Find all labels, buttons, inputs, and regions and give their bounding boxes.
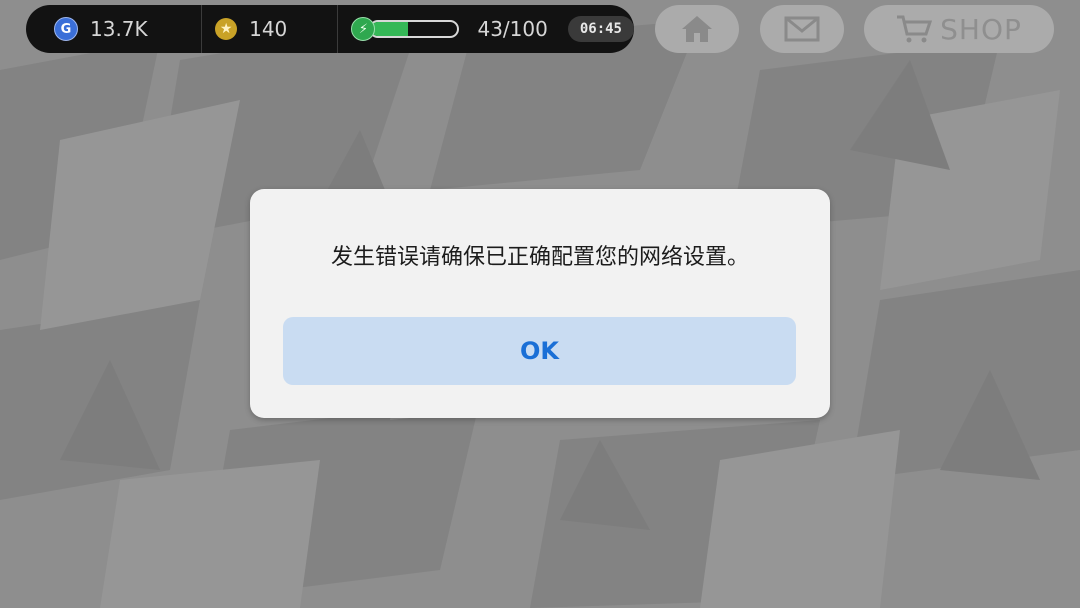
energy-bar <box>369 20 460 38</box>
mail-icon <box>784 16 820 42</box>
star-coin-icon: ★ <box>215 18 238 40</box>
lightning-icon: ⚡ <box>351 17 376 41</box>
mail-button[interactable] <box>760 5 844 53</box>
energy-meter: ⚡ 43/100 06:45 <box>337 5 634 53</box>
shop-label: SHOP <box>940 12 1022 46</box>
star-currency-value: 140 <box>249 17 288 41</box>
error-message: 发生错误请确保已正确配置您的网络设置。 <box>330 245 749 270</box>
resource-hud: G 13.7K ★ 140 ⚡ 43/100 06:45 <box>26 5 634 53</box>
ok-button[interactable]: OK <box>283 317 796 385</box>
shop-button[interactable]: SHOP <box>864 5 1054 53</box>
g-currency-counter: G 13.7K <box>26 5 201 53</box>
error-dialog: 发生错误请确保已正确配置您的网络设置。 OK <box>250 189 830 418</box>
home-button[interactable] <box>655 5 739 53</box>
g-coin-icon: G <box>54 17 78 41</box>
home-icon <box>682 16 712 42</box>
g-currency-value: 13.7K <box>90 17 148 41</box>
energy-timer: 06:45 <box>567 16 634 42</box>
cart-icon <box>897 15 933 43</box>
energy-value: 43/100 <box>477 17 548 41</box>
star-currency-counter: ★ 140 <box>202 5 336 53</box>
energy-bar-fill <box>371 22 409 36</box>
